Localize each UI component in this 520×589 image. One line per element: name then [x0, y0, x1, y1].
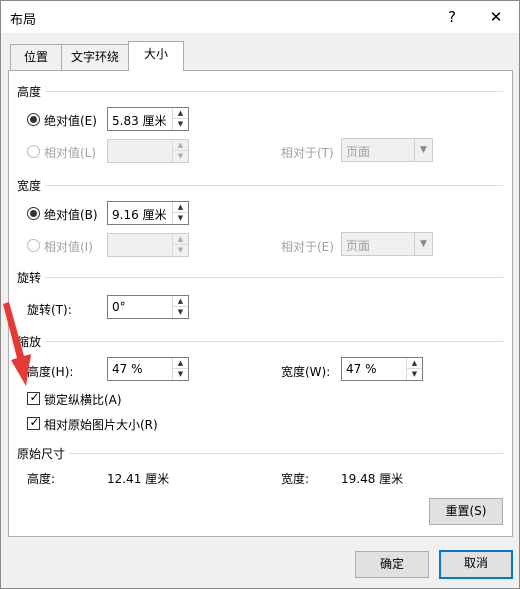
divider	[45, 341, 503, 342]
spin-up-icon[interactable]: ▲	[173, 140, 188, 151]
spin-up-icon[interactable]: ▲	[407, 358, 422, 369]
divider	[69, 453, 503, 454]
dialog-title: 布局	[10, 13, 37, 28]
height-relative-radio[interactable]	[27, 145, 40, 158]
height-absolute-value: 5.83 厘米	[112, 114, 167, 128]
rotate-section-title: 旋转	[17, 271, 42, 285]
radio-dot	[30, 116, 37, 123]
height-relative-label: 相对值(L)	[44, 146, 97, 160]
width-absolute-input[interactable]: 9.16 厘米 ▲ ▼	[107, 201, 189, 225]
width-absolute-value: 9.16 厘米	[112, 208, 167, 222]
spin-down-icon[interactable]: ▼	[173, 213, 188, 224]
reset-button[interactable]: 重置(S)	[429, 498, 503, 525]
spin-down-icon[interactable]: ▼	[173, 307, 188, 318]
spin-arrows: ▲ ▼	[172, 234, 188, 256]
radio-dot	[30, 210, 37, 217]
spin-down-icon[interactable]: ▼	[173, 119, 188, 130]
width-absolute-radio[interactable]	[27, 207, 40, 220]
original-height-value: 12.41 厘米	[107, 472, 170, 486]
scale-width-input[interactable]: 47 % ▲ ▼	[341, 357, 423, 381]
lock-aspect-label: 锁定纵横比(A)	[44, 393, 122, 407]
height-absolute-label: 绝对值(E)	[44, 114, 97, 128]
spin-arrows: ▲ ▼	[172, 202, 188, 224]
spin-up-icon[interactable]: ▲	[173, 234, 188, 245]
width-relative-input[interactable]: ▲ ▼	[107, 233, 189, 257]
spin-arrows: ▲ ▼	[172, 296, 188, 318]
checkmark-icon: ✓	[29, 415, 40, 429]
cancel-button[interactable]: 取消	[439, 550, 513, 579]
spin-down-icon[interactable]: ▼	[407, 369, 422, 380]
tab-size[interactable]: 大小	[128, 41, 184, 71]
height-relative-input[interactable]: ▲ ▼	[107, 139, 189, 163]
divider	[45, 185, 503, 186]
spin-up-icon[interactable]: ▲	[173, 358, 188, 369]
relative-original-checkbox[interactable]: ✓	[27, 415, 40, 430]
chevron-down-icon[interactable]: ▼	[414, 233, 432, 255]
spin-up-icon[interactable]: ▲	[173, 108, 188, 119]
width-relative-to-label: 相对于(E)	[281, 240, 334, 254]
rotate-input[interactable]: 0° ▲ ▼	[107, 295, 189, 319]
width-relative-to-value: 页面	[346, 239, 371, 253]
scale-width-value: 47 %	[346, 362, 377, 376]
height-absolute-input[interactable]: 5.83 厘米 ▲ ▼	[107, 107, 189, 131]
annotation-arrow-icon	[3, 302, 31, 386]
size-tab-panel	[8, 70, 513, 537]
tab-text-wrapping[interactable]: 文字环绕	[61, 44, 129, 70]
relative-original-label: 相对原始图片大小(R)	[44, 418, 158, 432]
spin-arrows: ▲ ▼	[172, 108, 188, 130]
width-relative-radio[interactable]	[27, 239, 40, 252]
scale-height-input[interactable]: 47 % ▲ ▼	[107, 357, 189, 381]
width-relative-label: 相对值(I)	[44, 240, 93, 254]
width-relative-to-select[interactable]: 页面 ▼	[341, 232, 433, 256]
width-absolute-label: 绝对值(B)	[44, 208, 98, 222]
spin-down-icon[interactable]: ▼	[173, 245, 188, 256]
spin-up-icon[interactable]: ▲	[173, 296, 188, 307]
original-width-value: 19.48 厘米	[341, 472, 404, 486]
spin-arrows: ▲ ▼	[172, 140, 188, 162]
help-button[interactable]: ?	[431, 1, 473, 33]
height-relative-to-label: 相对于(T)	[281, 146, 334, 160]
spin-down-icon[interactable]: ▼	[173, 369, 188, 380]
height-absolute-radio[interactable]	[27, 113, 40, 126]
ok-button[interactable]: 确定	[355, 551, 429, 578]
spin-arrows: ▲ ▼	[406, 358, 422, 380]
spin-down-icon[interactable]: ▼	[173, 151, 188, 162]
original-height-label: 高度:	[27, 472, 56, 486]
close-button[interactable]: ✕	[475, 1, 517, 33]
original-section-title: 原始尺寸	[17, 447, 66, 461]
divider	[45, 91, 503, 92]
rotate-value: 0°	[112, 300, 126, 314]
scale-width-label: 宽度(W):	[281, 365, 331, 379]
width-section-title: 宽度	[17, 179, 42, 193]
tab-position[interactable]: 位置	[10, 44, 62, 70]
layout-dialog: 布局 ? ✕ 位置 文字环绕 大小 高度 绝对值(E) 5.83 厘米 ▲ ▼ …	[0, 0, 520, 589]
original-width-label: 宽度:	[281, 472, 310, 486]
title-bar: 布局 ? ✕	[1, 1, 519, 33]
spin-up-icon[interactable]: ▲	[173, 202, 188, 213]
divider	[45, 277, 503, 278]
scale-height-value: 47 %	[112, 362, 143, 376]
height-section-title: 高度	[17, 85, 42, 99]
height-relative-to-value: 页面	[346, 145, 371, 159]
chevron-down-icon[interactable]: ▼	[414, 139, 432, 161]
height-relative-to-select[interactable]: 页面 ▼	[341, 138, 433, 162]
spin-arrows: ▲ ▼	[172, 358, 188, 380]
